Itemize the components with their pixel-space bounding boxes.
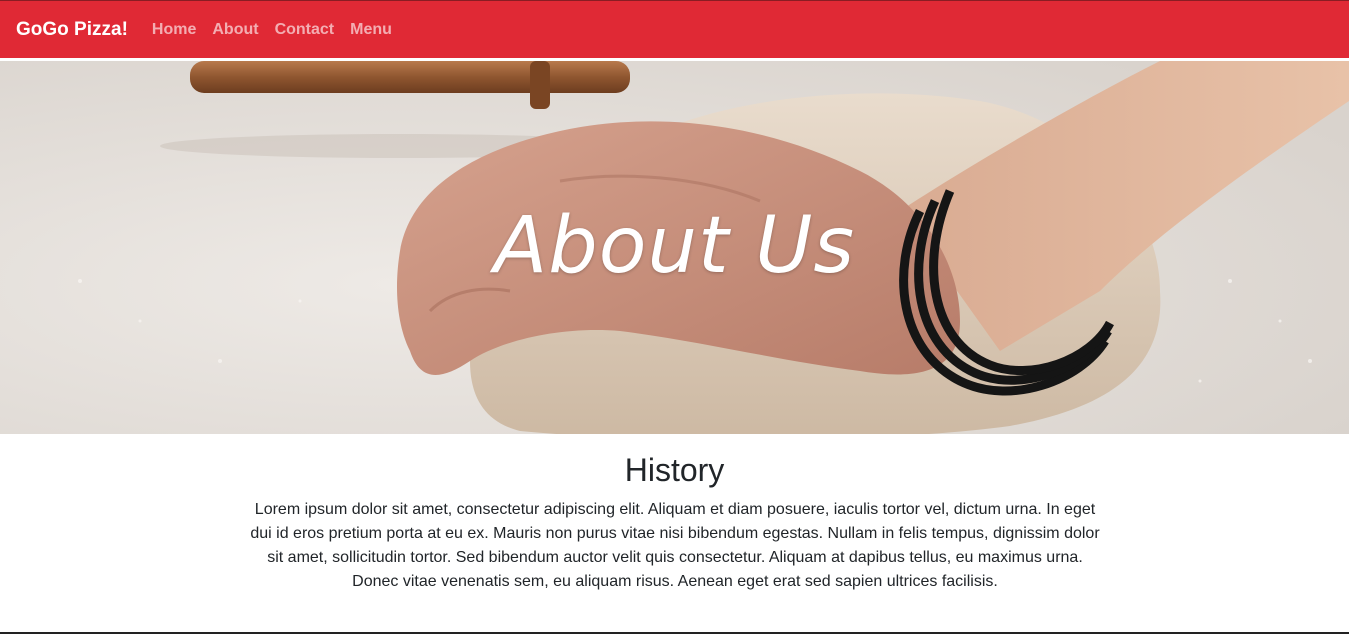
brand-logo[interactable]: GoGo Pizza! [16,19,128,41]
hero-banner: About Us [0,61,1349,434]
hero-title: About Us [493,201,856,291]
nav-link-contact[interactable]: Contact [275,21,335,39]
navbar: GoGo Pizza! Home About Contact Menu [0,0,1349,58]
history-title: History [624,452,725,488]
nav-link-about[interactable]: About [212,21,258,39]
nav-link-home[interactable]: Home [152,21,196,39]
history-section: History Lorem ipsum dolor sit amet, cons… [0,434,1349,632]
nav-link-menu[interactable]: Menu [350,21,392,39]
history-text: Lorem ipsum dolor sit amet, consectetur … [250,501,1100,590]
nav-links: Home About Contact Menu [152,21,392,39]
